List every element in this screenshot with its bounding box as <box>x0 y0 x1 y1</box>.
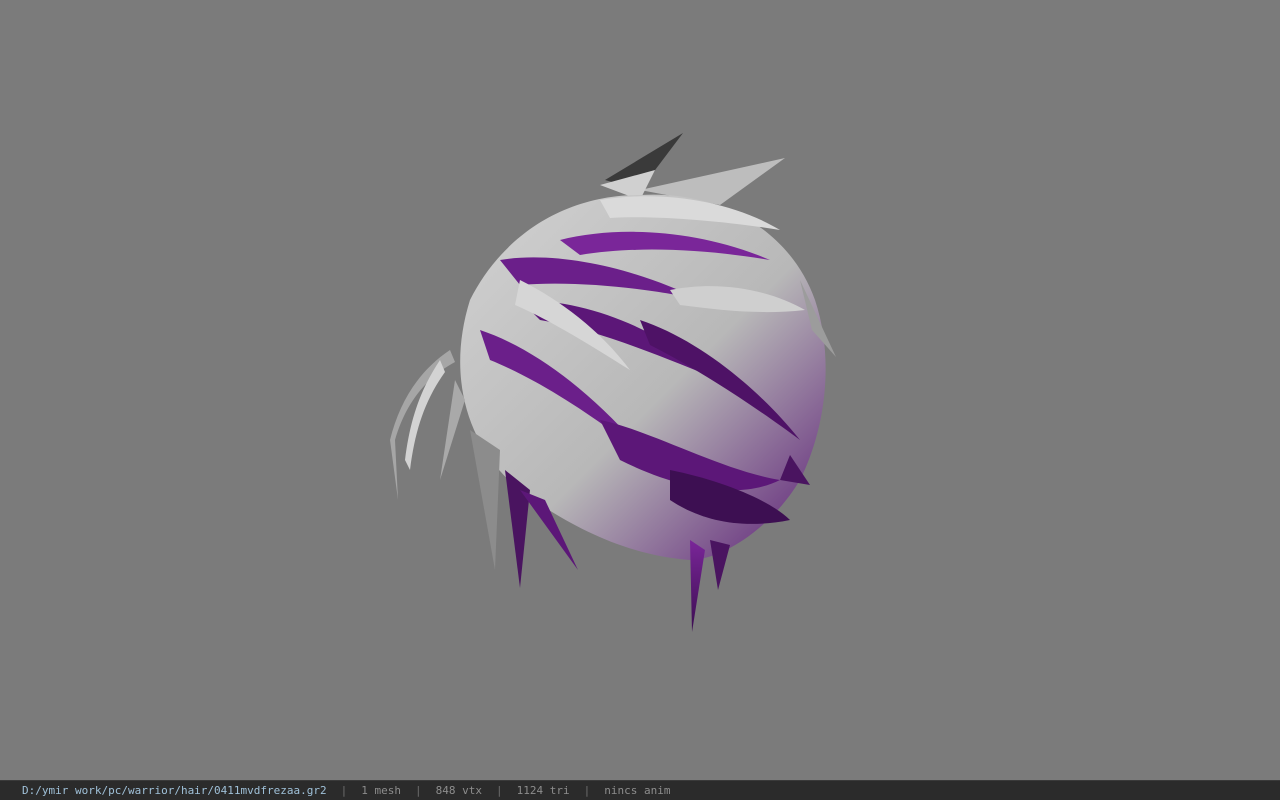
separator: | <box>583 784 591 797</box>
3d-viewport[interactable] <box>0 0 1280 780</box>
separator: | <box>415 784 422 797</box>
separator: | <box>340 784 348 797</box>
file-path: D:/ymir work/pc/warrior/hair/0411mvdfrez… <box>22 784 327 797</box>
mesh-count: 1 mesh <box>361 784 402 797</box>
status-bar: D:/ymir work/pc/warrior/hair/0411mvdfrez… <box>0 780 1280 800</box>
triangle-count: 1124 tri <box>516 784 570 797</box>
vertex-count: 848 vtx <box>435 784 482 797</box>
separator: | <box>496 784 503 797</box>
animation-status: nincs anim <box>604 784 671 797</box>
hair-model <box>390 133 836 632</box>
